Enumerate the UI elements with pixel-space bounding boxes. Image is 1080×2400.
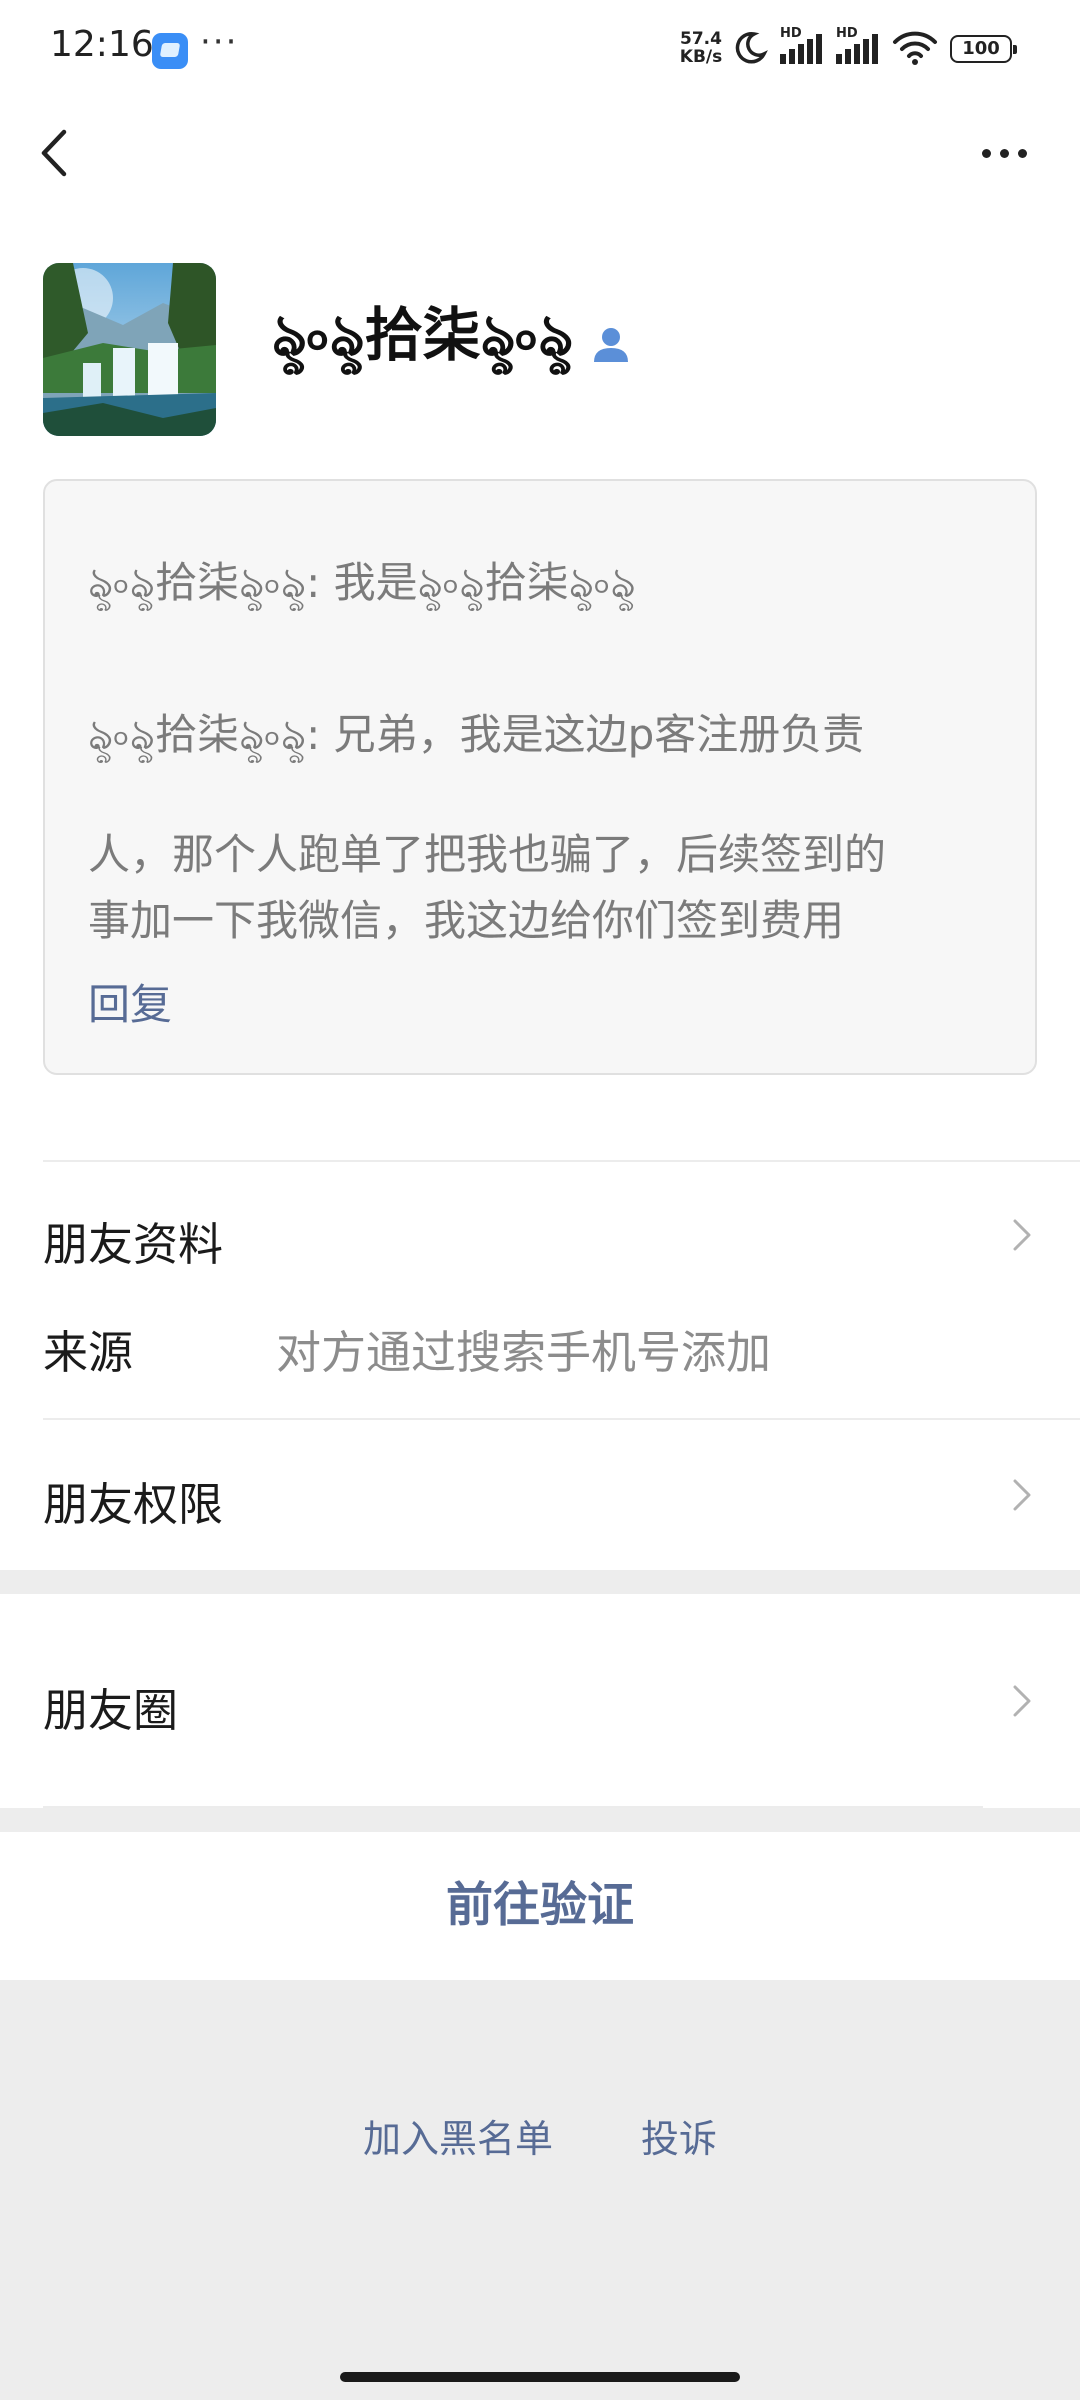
verification-message-box: ৡ৹ৡ拾柒ৡ৹ৡ: 我是ৡ৹ৡ拾柒ৡ৹ৡ ৡ৹ৡ拾柒ৡ৹ৡ: 兄弟，我是这边p客… [43,479,1037,1075]
chevron-right-icon [1013,1479,1031,1511]
more-dots-icon [1018,149,1027,158]
person-icon [594,328,628,362]
network-speed: 57.4 KB/s [676,30,726,66]
source-value: 对方通过搜索手机号添加 [276,1326,772,1379]
network-speed-unit: KB/s [679,47,723,67]
status-more-indicator: ··· [200,22,239,62]
message-line: ৡ৹ৡ拾柒ৡ৹ৡ: 兄弟，我是这边p客注册负责 [88,710,865,759]
chat-app-icon [152,33,188,69]
more-dots-icon [982,149,991,158]
more-dots-icon [1000,149,1009,158]
waterfall-landscape-image [43,263,216,436]
chevron-left-icon [41,129,67,177]
back-button[interactable] [30,118,80,188]
message-line: 事加一下我微信，我这边给你们签到费用 [88,896,845,945]
moments-label: 朋友圈 [43,1684,179,1737]
divider [43,1160,1080,1162]
section-gap [0,1808,1080,1832]
status-time: 12:16 [50,24,154,65]
moon-icon [735,32,768,64]
source-label: 来源 [43,1326,134,1379]
friend-permissions-label: 朋友权限 [43,1478,224,1531]
friend-profile-row[interactable]: 朋友资料 [0,1170,1080,1305]
cell-signal-icon: HD [836,26,884,70]
friend-profile-label: 朋友资料 [43,1218,224,1271]
chevron-right-icon [1013,1219,1031,1251]
friend-permissions-row[interactable]: 朋友权限 [0,1420,1080,1570]
report-link[interactable]: 投诉 [641,2108,717,2163]
status-bar: 12:16 ··· 57.4 KB/s HD HD 100 [0,0,1080,100]
footer-area [0,1980,1080,2400]
source-row: 来源 对方通过搜索手机号添加 [0,1305,1080,1385]
chevron-right-icon [1013,1685,1031,1717]
home-indicator[interactable] [340,2372,740,2382]
go-verify-button[interactable]: 前往验证 [0,1832,1080,1980]
signal-hd-label: HD [780,26,802,41]
more-options-button[interactable] [970,128,1040,178]
signal-hd-label: HD [836,26,858,41]
reply-link[interactable]: 回复 [88,971,172,1032]
add-to-blacklist-link[interactable]: 加入黑名单 [363,2108,553,2163]
network-speed-value: 57.4 [680,29,722,49]
moments-row[interactable]: 朋友圈 [0,1594,1080,1808]
message-line: ৡ৹ৡ拾柒ৡ৹ৡ: 我是ৡ৹ৡ拾柒ৡ৹ৡ [88,558,636,607]
cell-signal-icon: HD [780,26,828,70]
section-gap [0,1570,1080,1594]
avatar[interactable] [43,263,216,436]
wifi-icon [893,31,937,65]
battery-indicator: 100 [950,35,1017,63]
message-line: 人，那个人跑单了把我也骗了，后续签到的 [88,830,887,879]
contact-nickname: ৡ৹ৡ拾柒ৡ৹ৡ [272,301,574,369]
